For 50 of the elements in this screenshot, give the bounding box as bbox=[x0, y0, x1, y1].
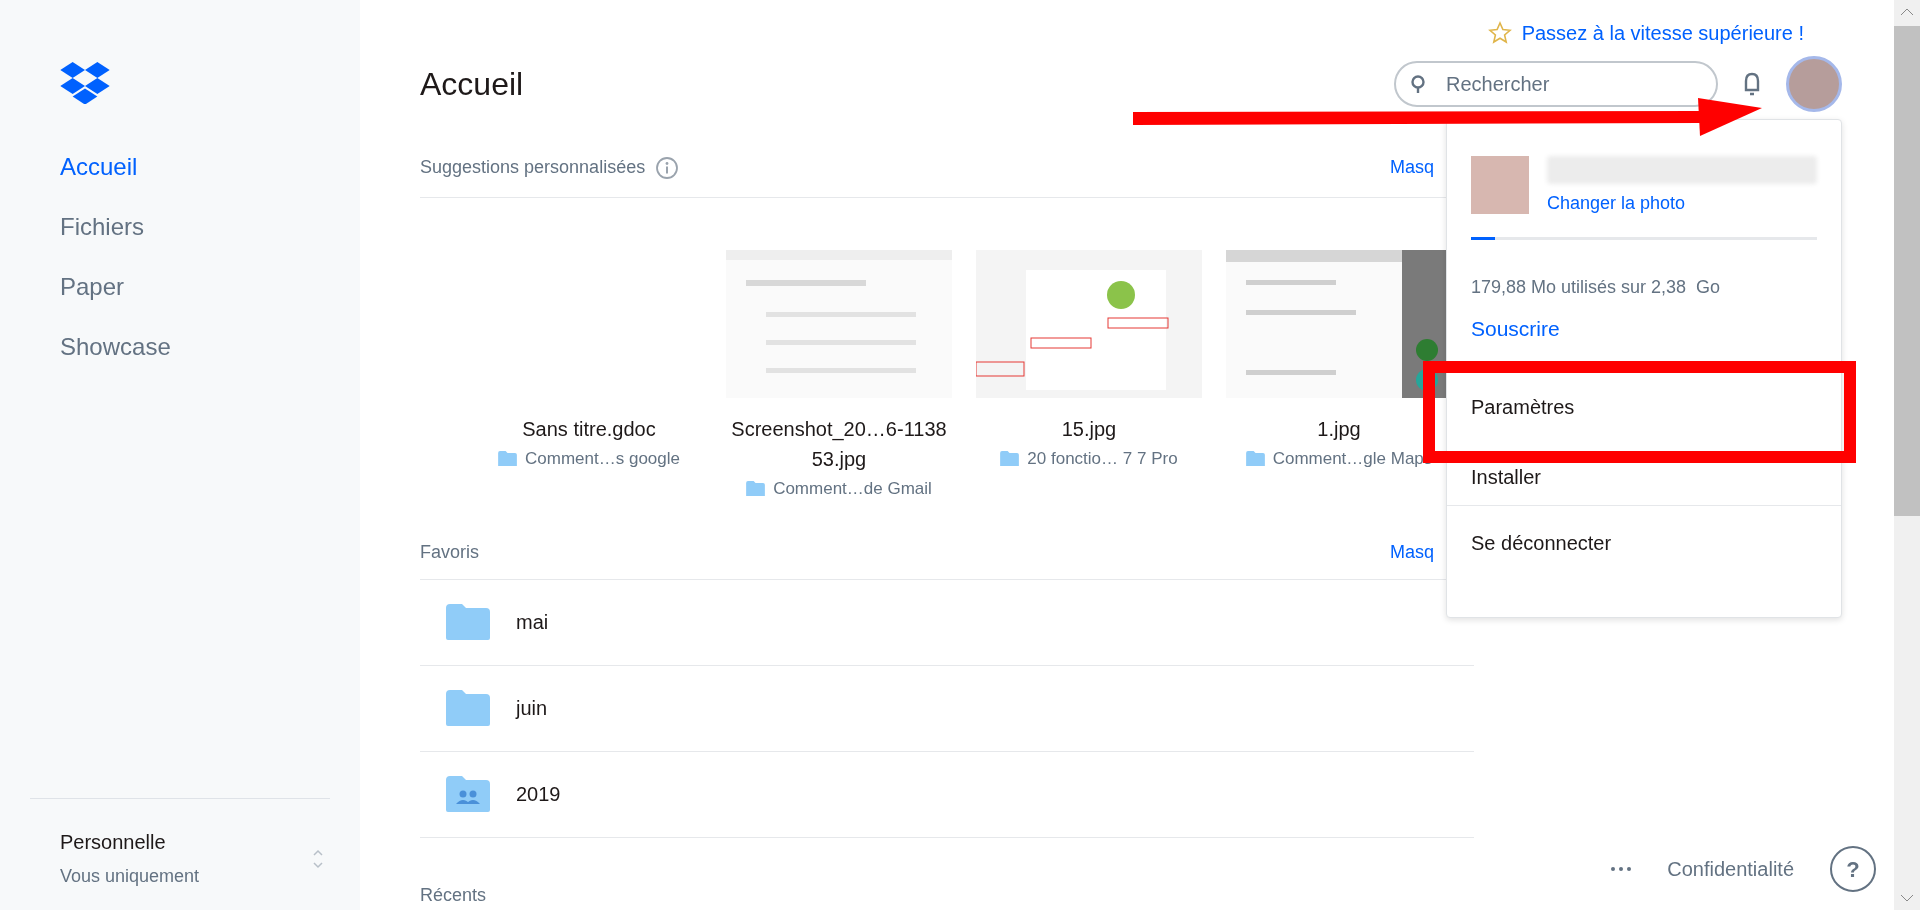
change-photo-link[interactable]: Changer la photo bbox=[1547, 190, 1817, 217]
folder-icon bbox=[1245, 451, 1265, 467]
folder-icon bbox=[498, 451, 517, 467]
nav-link[interactable]: Showcase bbox=[60, 331, 330, 363]
menu-item[interactable]: Paramètres bbox=[1447, 382, 1599, 431]
file-name[interactable]: Screenshot_20…6-113853.jpg bbox=[726, 414, 952, 474]
nav-link[interactable]: Accueil bbox=[60, 151, 330, 183]
folder-path[interactable]: Comment…de Gmail bbox=[773, 476, 932, 502]
more-icon[interactable] bbox=[1611, 867, 1632, 871]
file-name[interactable]: 15.jpg bbox=[976, 414, 1202, 444]
folder-name: 2019 bbox=[516, 782, 561, 807]
section-heading: Récents bbox=[420, 883, 487, 907]
star-icon bbox=[1487, 21, 1512, 45]
profile-photo bbox=[1471, 156, 1529, 214]
account-name: Personnelle bbox=[60, 830, 167, 855]
folder-row[interactable]: juin bbox=[420, 665, 1474, 752]
section-heading: Favoris bbox=[420, 540, 479, 564]
scroll-down-icon[interactable] bbox=[1900, 894, 1914, 902]
account-subtitle: Vous uniquement bbox=[60, 865, 200, 888]
shared-folder-icon bbox=[444, 774, 492, 814]
dropbox-logo-icon bbox=[60, 62, 110, 104]
section-heading: Suggestions personnalisées bbox=[420, 156, 646, 179]
folder-name: mai bbox=[516, 610, 549, 635]
storage-usage: 179,88 Mo utilisés sur 2,38 Go bbox=[1470, 276, 1722, 299]
sign-out-item[interactable]: Se déconnecter bbox=[1447, 527, 1636, 558]
folder-name: juin bbox=[516, 696, 548, 721]
folder-path[interactable]: Comment…s google bbox=[525, 446, 680, 472]
scroll-up-icon[interactable] bbox=[1900, 8, 1914, 16]
info-icon[interactable] bbox=[655, 155, 680, 180]
scroll-thumb[interactable] bbox=[1894, 26, 1920, 516]
page-title: Accueil bbox=[420, 65, 524, 104]
folder-path[interactable]: 20 fonctio… 7 7 Pro bbox=[1027, 446, 1178, 472]
folder-icon bbox=[1000, 451, 1020, 467]
nav-link[interactable]: Paper bbox=[60, 271, 330, 303]
avatar[interactable] bbox=[1786, 56, 1842, 112]
upgrade-link[interactable]: Passez à la vitesse supérieure ! bbox=[1521, 18, 1804, 48]
search-field[interactable]: Rechercher bbox=[1394, 61, 1718, 107]
folder-row[interactable]: 2019 bbox=[420, 751, 1474, 838]
hide-link[interactable]: Masq bbox=[1390, 538, 1434, 566]
help-button[interactable]: ? bbox=[1830, 846, 1876, 892]
nav-link[interactable]: Fichiers bbox=[60, 211, 330, 243]
bell-icon[interactable] bbox=[1742, 70, 1762, 98]
file-name[interactable]: Sans titre.gdoc bbox=[476, 414, 702, 444]
folder-icon bbox=[444, 602, 492, 642]
privacy-link[interactable]: Confidentialité bbox=[1667, 854, 1794, 884]
folder-icon bbox=[746, 481, 766, 497]
menu-item[interactable]: Installer bbox=[1447, 452, 1566, 501]
hide-link[interactable]: Masq bbox=[1390, 154, 1434, 181]
subscribe-link[interactable]: Souscrire bbox=[1447, 313, 1584, 345]
folder-icon bbox=[444, 688, 492, 728]
